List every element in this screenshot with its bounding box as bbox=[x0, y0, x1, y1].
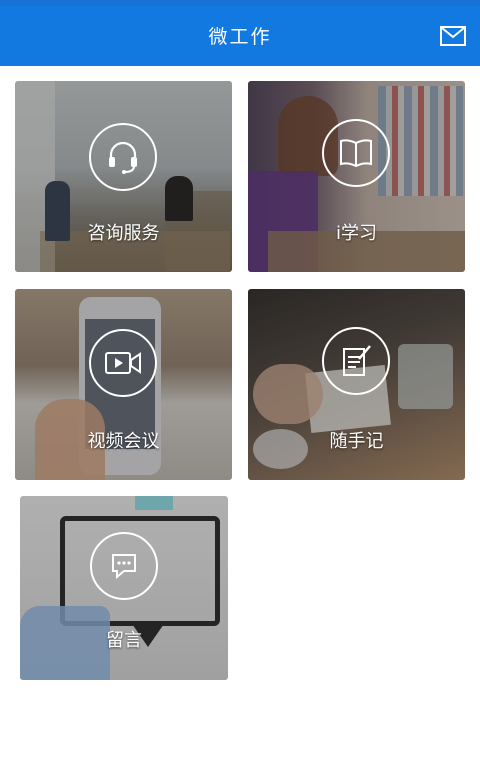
app-header: 微工作 bbox=[0, 0, 480, 66]
tile-leave-message[interactable]: 留言 bbox=[20, 496, 228, 680]
tile-label: 咨询服务 bbox=[87, 223, 160, 244]
book-icon bbox=[322, 119, 390, 187]
notepad-pen-icon bbox=[322, 327, 390, 395]
status-bar bbox=[0, 0, 480, 6]
tile-i-learning[interactable]: i学习 bbox=[248, 81, 465, 272]
headset-icon bbox=[89, 123, 157, 191]
tile-label: i学习 bbox=[335, 223, 377, 244]
page-title: 微工作 bbox=[208, 26, 272, 48]
tile-label: 视频会议 bbox=[87, 431, 160, 452]
video-camera-icon bbox=[89, 329, 157, 397]
tile-quick-notes[interactable]: 随手记 bbox=[248, 289, 465, 480]
tile-label: 随手记 bbox=[329, 431, 384, 452]
tile-label: 留言 bbox=[106, 630, 142, 651]
mail-button[interactable] bbox=[440, 26, 466, 46]
chat-bubble-icon bbox=[90, 532, 158, 600]
tile-consulting-service[interactable]: 咨询服务 bbox=[15, 81, 232, 272]
tile-video-conference[interactable]: 视频会议 bbox=[15, 289, 232, 480]
mail-icon bbox=[440, 26, 466, 46]
